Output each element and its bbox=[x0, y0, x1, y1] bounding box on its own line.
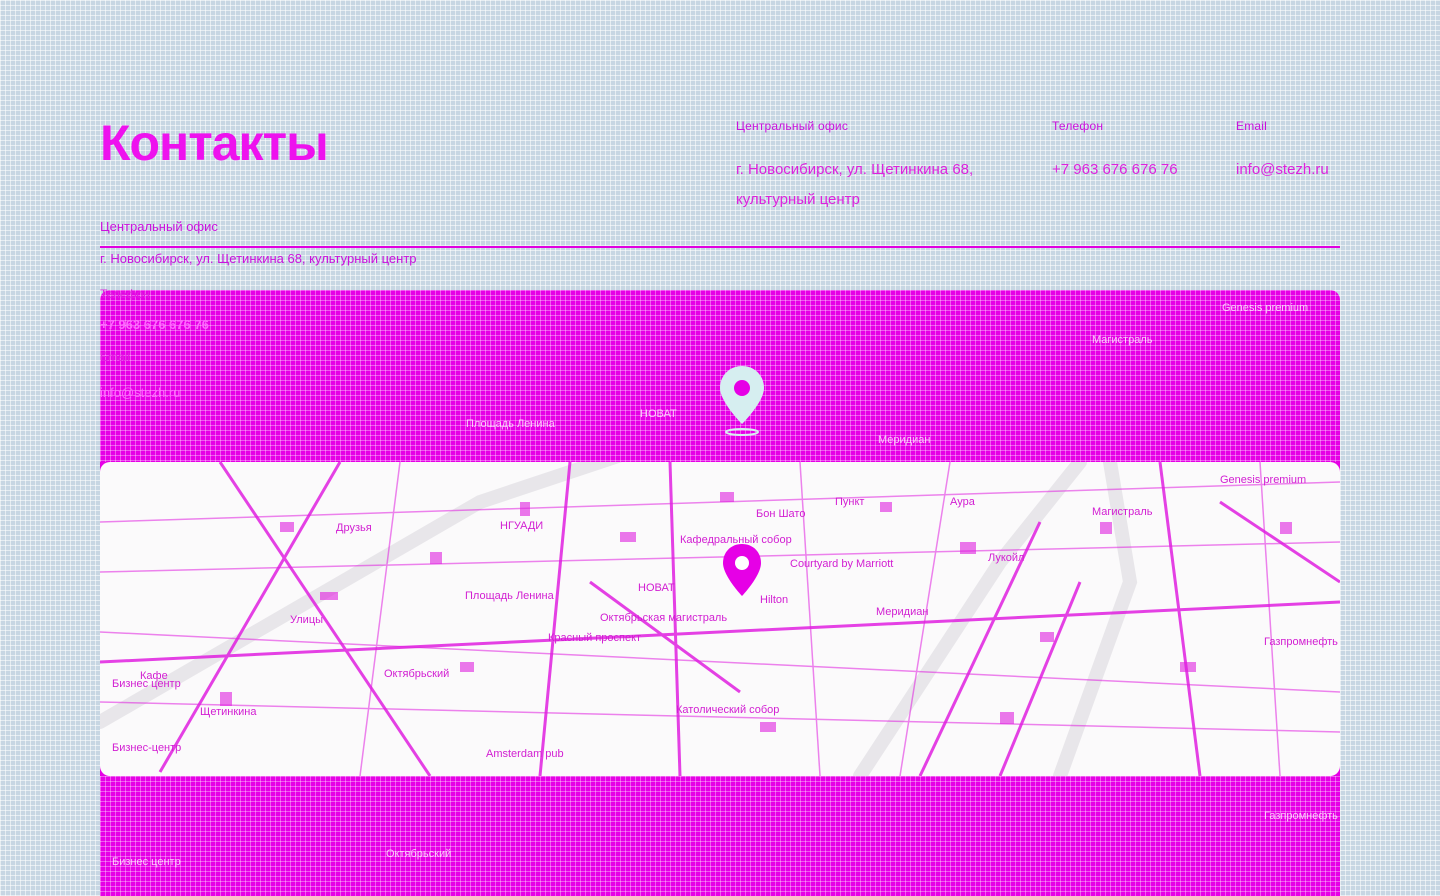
map-place-label: НОВАТ bbox=[638, 582, 675, 594]
map-place-label: Магистраль bbox=[1092, 506, 1153, 518]
map-place-label: Красный проспект bbox=[548, 632, 642, 644]
map-place-label: Пункт bbox=[835, 496, 865, 508]
map-ghost-label: Площадь Ленина bbox=[466, 418, 555, 430]
map-bottom-overlay bbox=[100, 776, 1340, 896]
contact-phone-column: Телефон +7 963 676 676 76 bbox=[1052, 119, 1222, 185]
map-pin-icon[interactable] bbox=[720, 542, 764, 602]
office-title: Центральный офис bbox=[100, 219, 218, 234]
map-place-label: Площадь Ленина bbox=[465, 590, 554, 602]
map-place-label: Hilton bbox=[760, 594, 789, 606]
office-phone-link[interactable]: +7 963 676 676 76 bbox=[100, 317, 209, 332]
map-place-label: Лукойл bbox=[988, 552, 1025, 564]
divider bbox=[100, 246, 1340, 248]
map-ghost-label: Меридиан bbox=[878, 434, 931, 446]
map-canvas[interactable]: Genesis premium Магистраль Пункт Бон Шат… bbox=[100, 462, 1340, 776]
map-place-label: Щетинкина bbox=[200, 706, 257, 718]
office-address: г. Новосибирск, ул. Щетинкина 68, культу… bbox=[100, 251, 417, 266]
map-place-label: Газпромнефть bbox=[1264, 636, 1338, 648]
map-ghost-label: НОВАТ bbox=[640, 408, 677, 420]
map-ghost-label: Газпромнефть bbox=[1264, 810, 1338, 822]
map-place-label: Courtyard by Marriott bbox=[790, 558, 894, 570]
address-value: г. Новосибирск, ул. Щетинкина 68, культу… bbox=[736, 161, 974, 208]
contact-address-column: Центральный офис г. Новосибирск, ул. Щет… bbox=[736, 119, 1026, 215]
map[interactable]: Genesis premium Магистраль Пункт Бон Шат… bbox=[100, 290, 1340, 896]
office-email-label: Email bbox=[100, 350, 131, 364]
map-ghost-label: Genesis premium bbox=[1222, 302, 1309, 314]
map-ghost-label: Октябрьский bbox=[386, 848, 452, 860]
map-place-label: Amsterdam pub bbox=[486, 748, 564, 760]
map-place-label: Genesis premium bbox=[1220, 474, 1307, 486]
map-pin-ghost-icon bbox=[720, 366, 764, 436]
phone-label: Телефон bbox=[1052, 119, 1104, 133]
office-email-link[interactable]: info@stezh.ru bbox=[100, 385, 180, 400]
map-place-label: Октябрьский bbox=[384, 668, 450, 680]
map-place-label: Бон Шато bbox=[756, 508, 806, 520]
map-place-label: Меридиан bbox=[876, 606, 929, 618]
page-title: Контакты bbox=[100, 115, 329, 171]
map-place-label: Друзья bbox=[336, 522, 372, 534]
phone-link[interactable]: +7 963 676 676 76 bbox=[1052, 155, 1222, 185]
email-label: Email bbox=[1236, 119, 1268, 133]
map-ghost-label: Магистраль bbox=[1092, 334, 1153, 346]
map-place-label: Аура bbox=[950, 496, 975, 508]
office-phone-label: Телефон bbox=[100, 287, 150, 301]
map-place-label: Бизнес-центр bbox=[112, 742, 182, 754]
map-place-label: НГУАДИ bbox=[500, 520, 544, 532]
map-place-label: Католический собор bbox=[676, 704, 780, 716]
map-place-label: Кафе bbox=[140, 670, 168, 682]
map-ghost-label: Бизнес центр bbox=[112, 856, 181, 868]
map-place-label: Улицы bbox=[290, 614, 324, 626]
address-label: Центральный офис bbox=[736, 119, 849, 133]
email-link[interactable]: info@stezh.ru bbox=[1236, 155, 1346, 185]
map-place-label: Октябрьская магистраль bbox=[600, 612, 728, 624]
contact-email-column: Email info@stezh.ru bbox=[1236, 119, 1346, 185]
